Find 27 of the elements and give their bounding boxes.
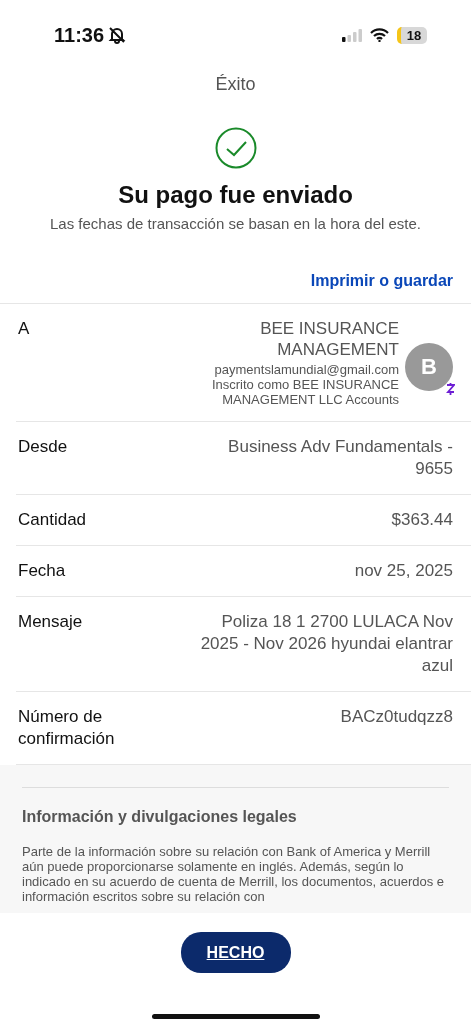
detail-value: Business Adv Fundamentals - 9655 bbox=[227, 436, 453, 480]
recipient-note: Inscrito como BEE INSURANCE MANAGEMENT LLC Accounts bbox=[210, 377, 399, 407]
timezone-note: Las fechas de transacción se basan en la hora del este. bbox=[48, 215, 423, 232]
recipient-name: BEE INSURANCE MANAGEMENT bbox=[259, 318, 399, 360]
clock: 11:36 bbox=[54, 23, 105, 47]
detail-label: Mensaje bbox=[18, 611, 84, 633]
detail-label: Cantidad bbox=[18, 509, 88, 531]
recipient-email: paymentslamundial@gmail.com bbox=[213, 362, 399, 377]
check-circle-icon bbox=[214, 127, 257, 169]
detail-value: BACz0tudqzz8 bbox=[340, 706, 453, 728]
print-save-link[interactable]: Imprimir o guardar bbox=[0, 272, 471, 290]
success-heading: Su pago fue enviado bbox=[117, 181, 354, 209]
detail-label: A bbox=[18, 318, 31, 340]
detail-label: Número de confirmación bbox=[18, 706, 116, 750]
signal-icon bbox=[342, 28, 362, 42]
detail-label: Desde bbox=[18, 436, 69, 458]
wifi-icon bbox=[370, 28, 389, 42]
done-button[interactable]: HECHO bbox=[180, 932, 291, 973]
detail-value: Poliza 18 1 2700 LULACA Nov 2025 - Nov 2026 hyundai elantrar azul bbox=[199, 611, 453, 677]
detail-value: nov 25, 2025 bbox=[354, 560, 453, 582]
page-title: Éxito bbox=[214, 74, 257, 95]
legal-title: Información y divulgaciones legales bbox=[22, 808, 298, 826]
battery-icon: 18 bbox=[397, 26, 427, 44]
bell-off-icon bbox=[108, 26, 127, 44]
detail-value: $363.44 bbox=[391, 509, 453, 531]
detail-label: Fecha bbox=[18, 560, 67, 582]
legal-text: Parte de la información sobre su relación con Bank of America y Merrill aún puede proporcionarse solamente en inglés. Además, según lo indicado en su acuerdo de cuenta de Merrill, los documentos, acuerdos e información escritos sobre su relación con bbox=[22, 844, 446, 904]
